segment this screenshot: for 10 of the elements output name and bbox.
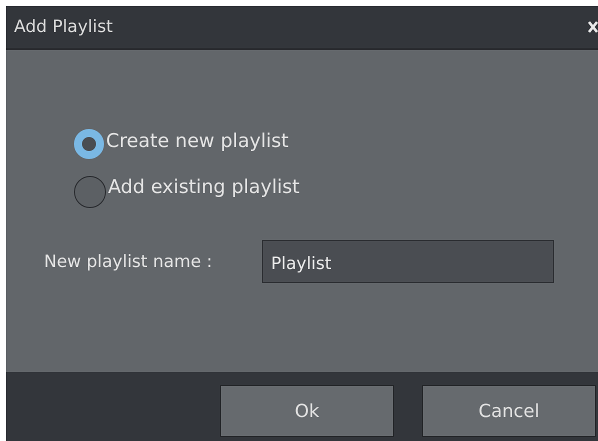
close-icon[interactable] <box>588 21 598 33</box>
playlist-name-field[interactable]: Playlist <box>262 240 554 283</box>
radio-button[interactable] <box>74 176 106 208</box>
option-label: Create new playlist <box>106 130 289 152</box>
window-title: Add Playlist <box>14 17 113 37</box>
radio-button[interactable] <box>74 129 104 159</box>
dialog-button[interactable]: Cancel <box>422 385 596 437</box>
field-label: New playlist name : <box>44 252 214 272</box>
option-label: Add existing playlist <box>108 176 300 198</box>
dialog-button[interactable]: Ok <box>220 385 394 437</box>
